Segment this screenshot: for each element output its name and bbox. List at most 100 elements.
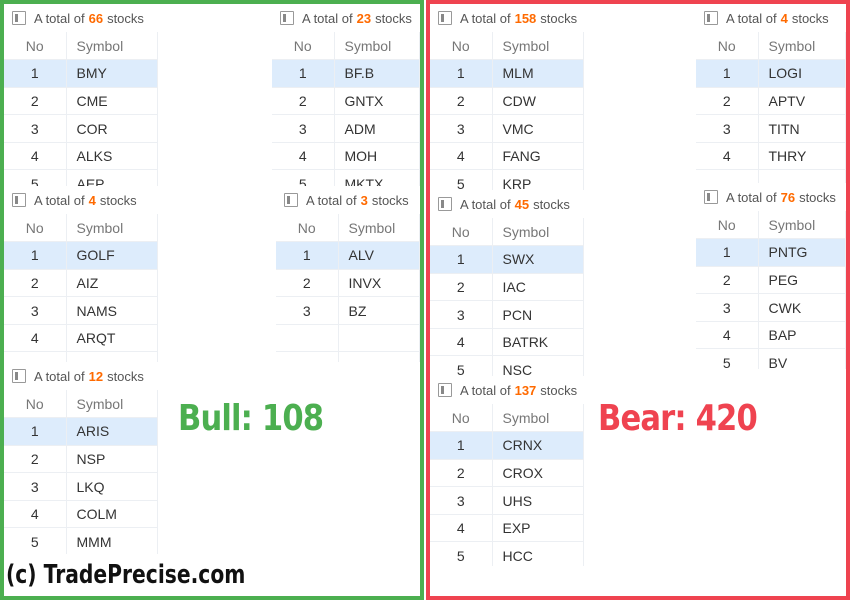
panel-toggle-icon[interactable] [438,197,452,211]
table-row[interactable]: 4 ALKS [4,142,158,171]
row-symbol[interactable]: CROX [492,459,584,488]
row-symbol[interactable]: LOGI [758,59,846,88]
table-row[interactable]: 2 APTV [696,87,846,116]
table-row[interactable]: 4 BAP [696,321,846,350]
table-row[interactable]: 2 IAC [430,273,584,302]
row-symbol[interactable]: APTV [758,87,846,116]
row-symbol[interactable]: BV [758,348,846,369]
table-row[interactable]: 3 ADM [272,114,420,143]
panel-toggle-icon[interactable] [284,193,298,207]
table-row[interactable]: 1 SWX [430,245,584,274]
table-row[interactable]: 5 MMM [4,527,158,554]
table-row[interactable]: 2 NSP [4,445,158,474]
column-header-symbol[interactable]: Symbol [492,404,584,433]
row-symbol[interactable]: NSC [492,355,584,376]
table-row[interactable]: 3 COR [4,114,158,143]
column-header-symbol[interactable]: Symbol [758,211,846,240]
table-row[interactable]: 1 PNTG [696,238,846,267]
table-row[interactable]: 3 BZ [276,296,420,325]
column-header-symbol[interactable]: Symbol [66,390,158,419]
table-row[interactable]: 1 BF.B [272,59,420,88]
column-header-no[interactable]: No [696,32,759,61]
row-symbol[interactable]: ALV [338,241,420,270]
panel-toggle-icon[interactable] [12,11,26,25]
row-symbol[interactable]: NSP [66,445,158,474]
row-symbol[interactable]: ARQT [66,324,158,353]
row-symbol[interactable]: MMM [66,527,158,554]
row-symbol[interactable]: GNTX [334,87,420,116]
table-row[interactable]: 3 UHS [430,486,584,515]
table-row[interactable]: 2 PEG [696,266,846,295]
row-symbol[interactable]: CWK [758,293,846,322]
row-symbol[interactable]: AEP [66,169,158,186]
column-header-symbol[interactable]: Symbol [334,32,420,61]
row-symbol[interactable]: PEG [758,266,846,295]
table-row[interactable]: 1 LOGI [696,59,846,88]
table-row[interactable]: 3 PCN [430,300,584,329]
panel-toggle-icon[interactable] [438,11,452,25]
row-symbol[interactable]: UHS [492,486,584,515]
row-symbol[interactable]: PNTG [758,238,846,267]
table-row[interactable]: 1 BMY [4,59,158,88]
table-row[interactable]: 3 VMC [430,114,584,143]
row-symbol[interactable]: COR [66,114,158,143]
table-row[interactable]: 5 MKTX [272,169,420,186]
row-symbol[interactable]: ARIS [66,417,158,446]
row-symbol[interactable]: HCC [492,541,584,566]
table-row[interactable]: 2 AIZ [4,269,158,298]
column-header-no[interactable]: No [430,32,493,61]
row-symbol[interactable]: THRY [758,142,846,171]
row-symbol[interactable]: INVX [338,269,420,298]
row-symbol[interactable]: BF.B [334,59,420,88]
column-header-no[interactable]: No [4,214,67,243]
column-header-no[interactable]: No [696,211,759,240]
panel-toggle-icon[interactable] [704,11,718,25]
row-symbol[interactable]: BMY [66,59,158,88]
table-row[interactable]: 1 MLM [430,59,584,88]
row-symbol[interactable]: VMC [492,114,584,143]
row-symbol[interactable]: LKQ [66,472,158,501]
table-row[interactable]: 4 FANG [430,142,584,171]
panel-toggle-icon[interactable] [438,383,452,397]
table-row[interactable]: 4 EXP [430,514,584,543]
table-row[interactable]: 2 INVX [276,269,420,298]
table-row[interactable]: 5 AEP [4,169,158,186]
row-symbol[interactable]: SWX [492,245,584,274]
column-header-no[interactable]: No [430,218,493,247]
table-row[interactable]: 2 CROX [430,459,584,488]
row-symbol[interactable]: COLM [66,500,158,529]
row-symbol[interactable]: MOH [334,142,420,171]
row-symbol[interactable]: ADM [334,114,420,143]
row-symbol[interactable]: CDW [492,87,584,116]
column-header-no[interactable]: No [4,32,67,61]
table-row[interactable]: 5 HCC [430,541,584,566]
row-symbol[interactable]: AIZ [66,269,158,298]
column-header-no[interactable]: No [4,390,67,419]
row-symbol[interactable]: BZ [338,296,420,325]
table-row[interactable]: 1 CRNX [430,431,584,460]
row-symbol[interactable]: PCN [492,300,584,329]
panel-toggle-icon[interactable] [12,193,26,207]
table-row[interactable]: 2 GNTX [272,87,420,116]
column-header-symbol[interactable]: Symbol [66,214,158,243]
table-row[interactable]: 1 ARIS [4,417,158,446]
table-row[interactable]: 4 MOH [272,142,420,171]
table-row[interactable]: 4 THRY [696,142,846,171]
column-header-symbol[interactable]: Symbol [492,218,584,247]
table-row[interactable]: 3 LKQ [4,472,158,501]
row-symbol[interactable]: ALKS [66,142,158,171]
row-symbol[interactable]: MLM [492,59,584,88]
column-header-symbol[interactable]: Symbol [66,32,158,61]
column-header-symbol[interactable]: Symbol [338,214,420,243]
table-row[interactable]: 5 NSC [430,355,584,376]
column-header-no[interactable]: No [276,214,339,243]
row-symbol[interactable]: NAMS [66,296,158,325]
table-row[interactable]: 3 TITN [696,114,846,143]
table-row[interactable]: 4 ARQT [4,324,158,353]
column-header-no[interactable]: No [272,32,335,61]
column-header-symbol[interactable]: Symbol [758,32,846,61]
row-symbol[interactable]: BATRK [492,328,584,357]
table-row[interactable]: 1 GOLF [4,241,158,270]
row-symbol[interactable]: FANG [492,142,584,171]
column-header-symbol[interactable]: Symbol [492,32,584,61]
